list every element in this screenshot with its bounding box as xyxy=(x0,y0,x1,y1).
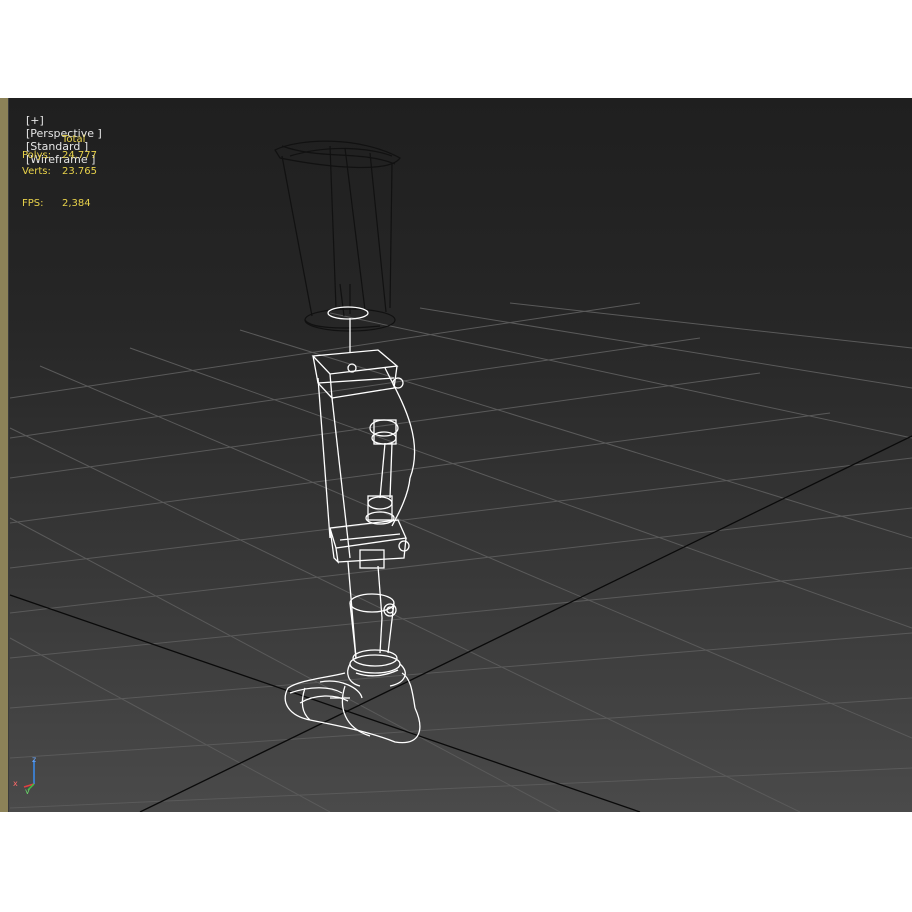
viewport-general-menu[interactable]: [+] xyxy=(26,114,44,127)
grid-axes xyxy=(9,435,912,812)
stats-header: Total xyxy=(62,134,86,145)
stats-fps-value: 2,384 xyxy=(62,198,91,209)
socket-mesh[interactable] xyxy=(274,140,401,332)
axis-tripod-icon: z x y xyxy=(13,755,36,794)
stats-polys-label: Polys: xyxy=(22,150,52,161)
stats-verts-label: Verts: xyxy=(22,166,51,177)
home-grid xyxy=(9,302,912,812)
stats-verts-value: 23.765 xyxy=(62,166,97,177)
perspective-viewport[interactable]: [+] [Perspective ] [Standard ] [Wirefram… xyxy=(0,98,912,812)
stats-polys-value: 24.777 xyxy=(62,150,97,161)
pylon-mesh[interactable] xyxy=(349,593,397,659)
gizmo-x-label: x xyxy=(13,779,18,788)
stats-fps-label: FPS: xyxy=(22,198,44,209)
gizmo-y-label: y xyxy=(25,787,30,794)
gizmo-z-label: z xyxy=(32,755,36,764)
wireframe-scene[interactable] xyxy=(0,98,912,812)
